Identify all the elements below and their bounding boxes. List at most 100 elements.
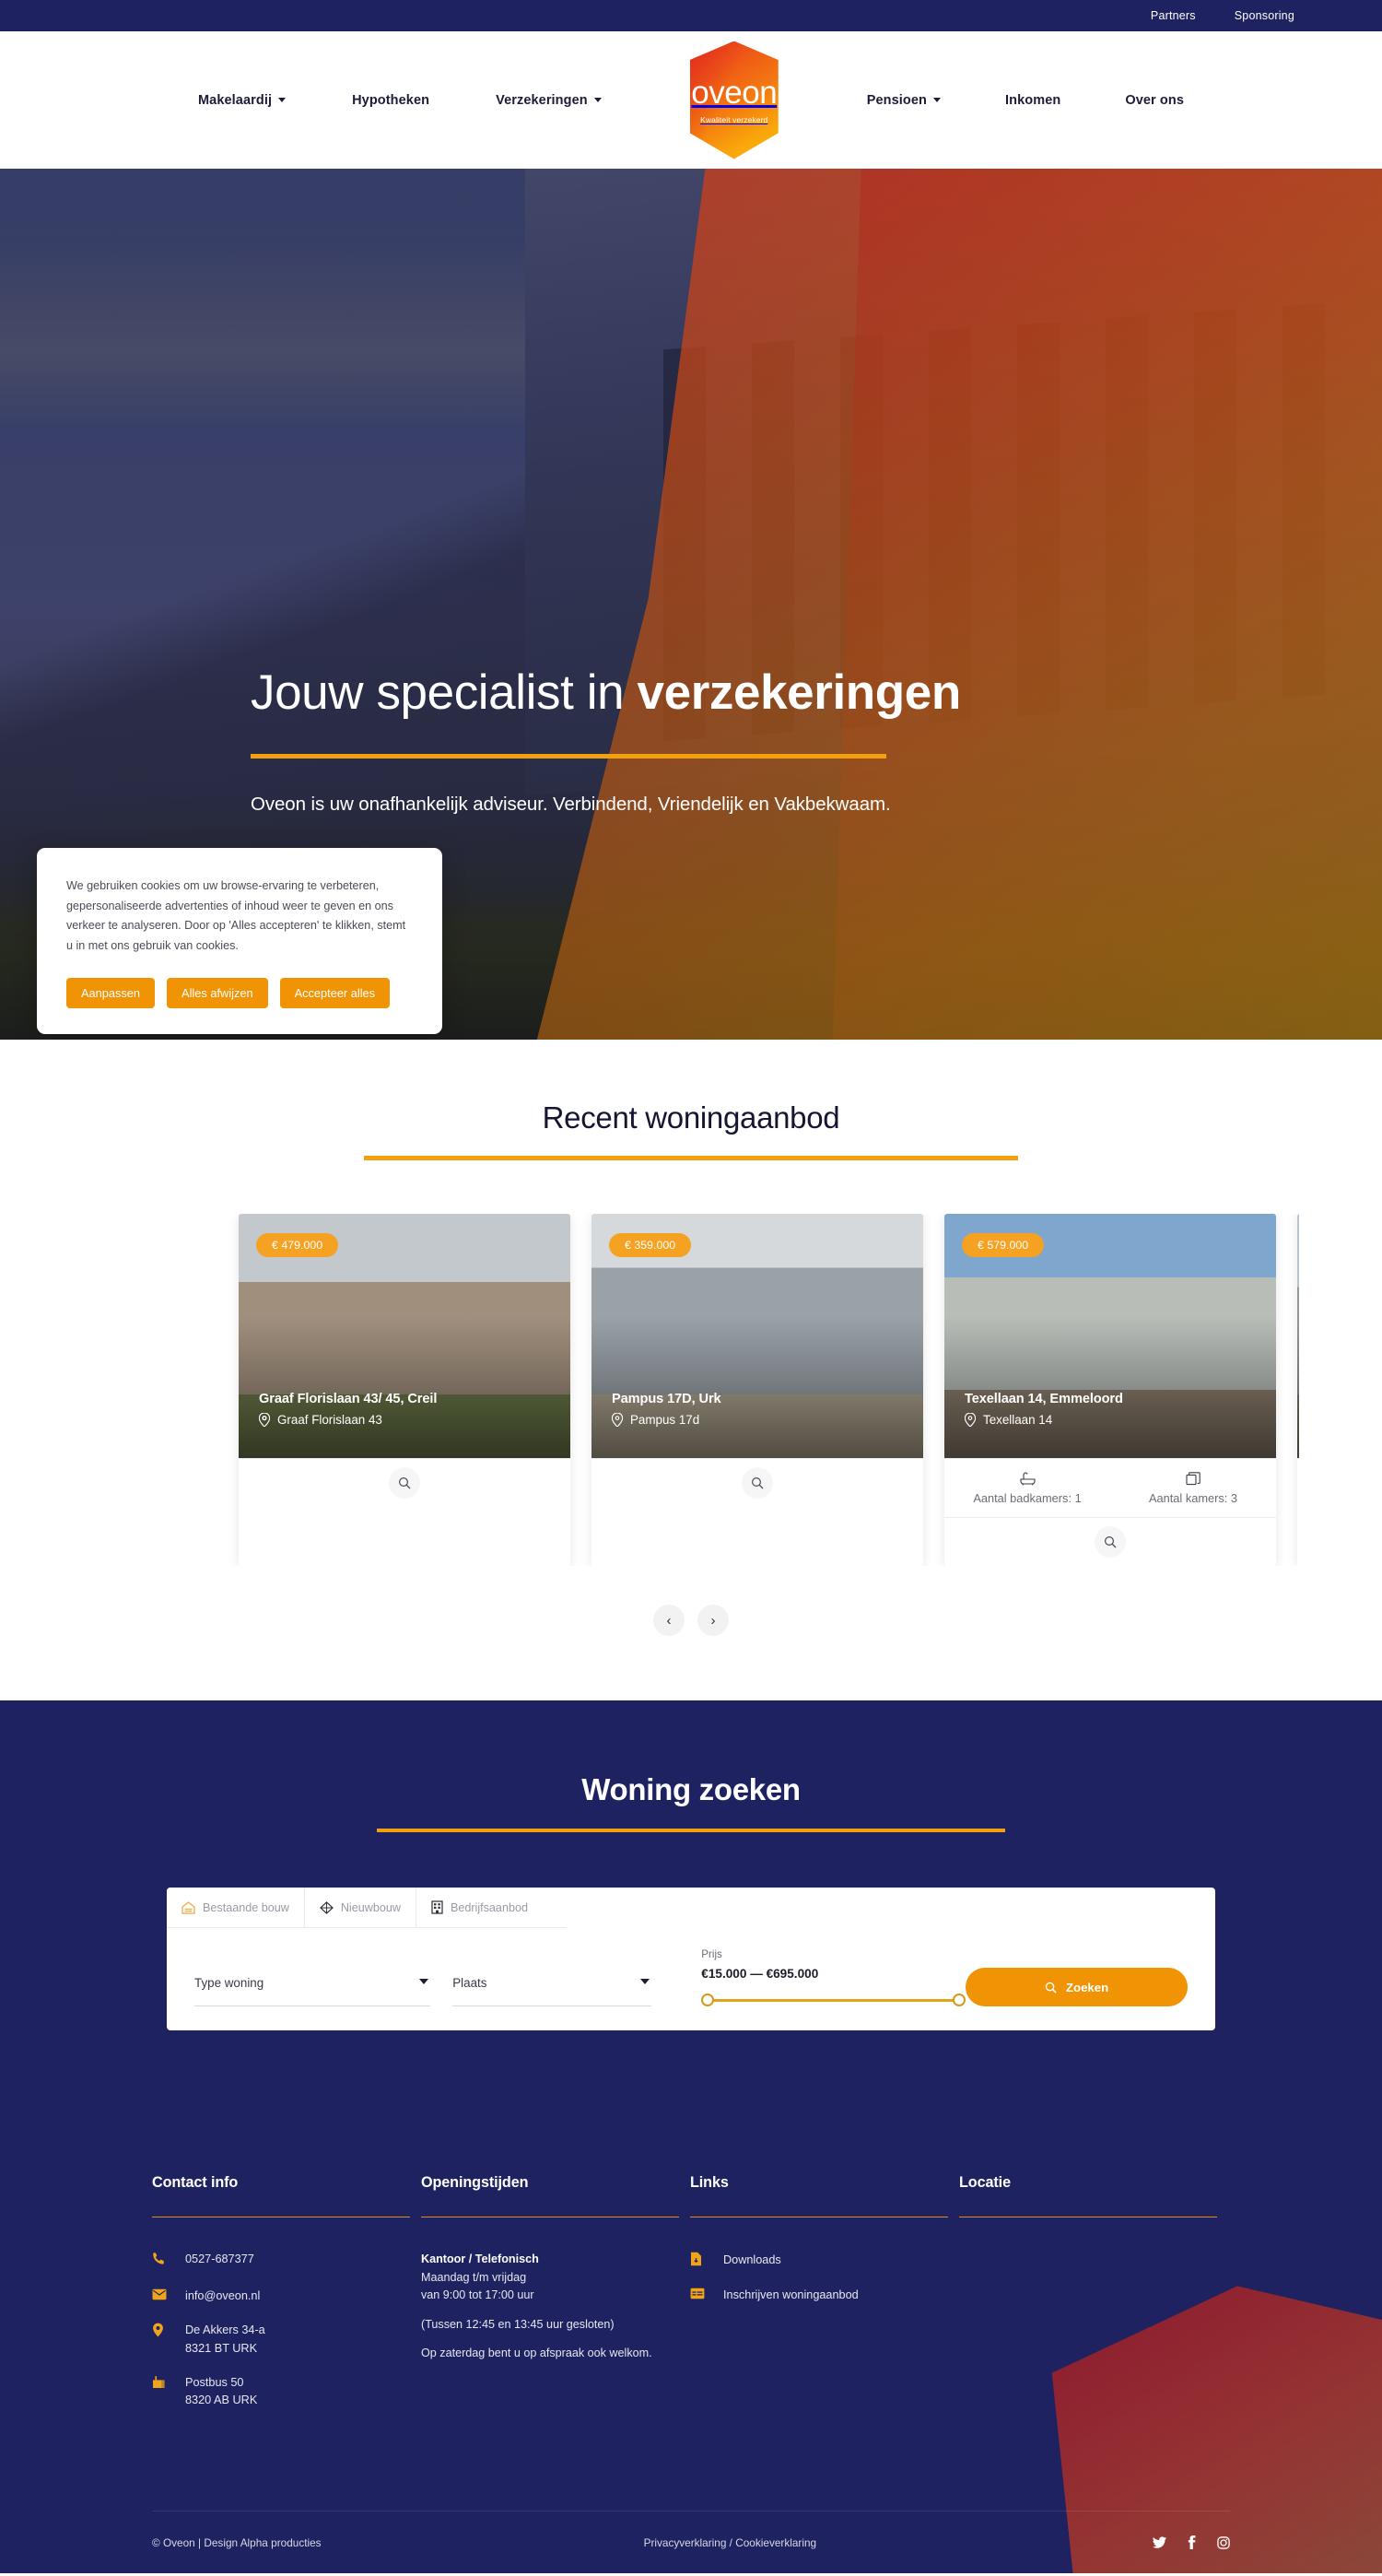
oveon-logo[interactable]: oveon Kwaliteit verzekerd — [689, 41, 779, 159]
search-section-title: Woning zoeken — [581, 1772, 801, 1806]
hero-banner: Jouw specialist in verzekeringen Oveon i… — [0, 169, 1382, 1040]
listing-photo — [1297, 1214, 1299, 1458]
search-icon — [1104, 1535, 1117, 1548]
cookie-accept-all-button[interactable]: Accepteer alles — [279, 977, 391, 1008]
footer-bottom-bar: © Oveon | Design Alpha producties Privac… — [152, 2511, 1230, 2573]
listing-specs: Aantal badkamers: 1 Aantal kamers: 3 — [944, 1458, 1276, 1517]
chevron-down-icon — [593, 98, 602, 102]
nav-item-verzekeringen[interactable]: Verzekeringen — [496, 93, 602, 108]
slider-track — [701, 1999, 966, 2002]
listing-photo: € 359.000 Pampus 17D, Urk Pampus 17d — [591, 1214, 923, 1458]
listing-zoom-button[interactable] — [389, 1467, 420, 1499]
footer-legal-links[interactable]: Privacyverklaring / Cookieverklaring — [644, 2536, 817, 2549]
filter-price-range[interactable]: Prijs €15.000 — €695.000 — [701, 1948, 966, 2006]
footer-social-links — [1153, 2535, 1230, 2550]
listing-photo: € 479.000 Graaf Florislaan 43/ 45, Creil… — [239, 1214, 570, 1458]
twitter-icon[interactable] — [1153, 2536, 1166, 2548]
footer-address-line2: 8321 BT URK — [185, 2342, 258, 2356]
hero-title-normal: Jouw specialist in — [251, 665, 638, 720]
search-button-label: Zoeken — [1065, 1980, 1109, 1994]
search-icon — [1045, 1982, 1057, 1994]
mailbox-icon — [152, 2374, 167, 2395]
location-pin-icon — [612, 1413, 623, 1427]
listing-spec-bathrooms: A — [1297, 1459, 1299, 1517]
nav-item-pensioen[interactable]: Pensioen — [867, 93, 941, 108]
hours-note-closed: (Tussen 12:45 en 13:45 uur gesloten) — [421, 2317, 615, 2331]
listing-price-badge: € 479.000 — [256, 1233, 339, 1257]
building-icon — [431, 1900, 443, 1914]
search-tabs: Bestaande bouw Nieuwbouw Bedrijfsaanbod — [167, 1888, 567, 1928]
listing-card[interactable]: € 579.000 Texellaan 14, Emmeloord Texell… — [944, 1214, 1276, 1566]
file-download-icon — [690, 2251, 705, 2269]
filter-plaats[interactable]: Plaats — [452, 1976, 673, 2006]
nav-item-makelaardij[interactable]: Makelaardij — [198, 93, 287, 108]
tab-bedrijfsaanbod[interactable]: Bedrijfsaanbod — [416, 1888, 543, 1927]
slider-knob-max[interactable] — [953, 1994, 966, 2006]
slider-knob-min[interactable] — [701, 1994, 715, 2006]
search-icon — [398, 1476, 411, 1489]
carousel-navigation: ‹ › — [0, 1605, 1382, 1700]
cookie-reject-all-button[interactable]: Alles afwijzen — [167, 977, 268, 1008]
carousel-prev-button[interactable]: ‹ — [653, 1605, 685, 1636]
listing-title: Graaf Florislaan 43/ 45, Creil — [259, 1392, 438, 1406]
hours-line1: Maandag t/m vrijdag — [421, 2270, 527, 2284]
footer-heading: Locatie — [959, 2174, 1011, 2191]
filter-type-woning[interactable]: Type woning — [194, 1976, 452, 2006]
listing-spec-bathrooms: Aantal badkamers: 1 — [944, 1459, 1110, 1517]
price-range-slider[interactable] — [701, 1994, 966, 2006]
site-footer: Contact info 0527-687377 info@oveon.nl D… — [0, 2119, 1382, 2574]
listing-title: Pampus 17D, Urk — [612, 1392, 721, 1406]
listing-card[interactable]: € 359.000 Pampus 17D, Urk Pampus 17d — [591, 1214, 923, 1566]
listings-track: € 479.000 Graaf Florislaan 43/ 45, Creil… — [83, 1214, 1299, 1566]
listing-footer — [944, 1517, 1276, 1566]
footer-address-block: De Akkers 34-a 8321 BT URK — [185, 2322, 265, 2358]
listing-zoom-button[interactable] — [1095, 1526, 1126, 1558]
footer-link-inschrijven[interactable]: Inschrijven woningaanbod — [690, 2287, 928, 2302]
listing-address-label: Pampus 17d — [630, 1413, 700, 1427]
house-icon — [182, 1900, 195, 1914]
hours-heading: Kantoor / Telefonisch — [421, 2253, 539, 2265]
hero-subtitle: Oveon is uw onafhankelijk adviseur. Verb… — [251, 794, 891, 816]
hours-note-saturday: Op zaterdag bent u op afspraak ook welko… — [421, 2347, 652, 2360]
listing-card[interactable]: € 479.000 Graaf Florislaan 43/ 45, Creil… — [239, 1214, 570, 1566]
logo-tagline: Kwaliteit verzekerd — [700, 114, 768, 124]
location-pin-icon — [259, 1413, 270, 1427]
tab-bestaande-bouw[interactable]: Bestaande bouw — [167, 1888, 305, 1927]
bathtub-icon — [1019, 1472, 1036, 1486]
footer-column-hours: Openingstijden Kantoor / Telefonisch Maa… — [421, 2174, 690, 2426]
nav-label: Verzekeringen — [496, 92, 588, 108]
carousel-next-button[interactable]: › — [697, 1605, 729, 1636]
footer-mailbox-line2: 8320 AB URK — [185, 2394, 258, 2407]
facebook-icon[interactable] — [1188, 2535, 1196, 2550]
footer-contact-value: 0527-687377 — [185, 2253, 254, 2265]
nav-label: Pensioen — [866, 92, 927, 108]
hours-line2: van 9:00 tot 17:00 uur — [421, 2288, 534, 2302]
listing-spec-label: Aantal badkamers: 1 — [973, 1491, 1082, 1505]
listing-zoom-button[interactable] — [742, 1467, 773, 1499]
listing-price-badge: € 359.000 — [609, 1233, 692, 1257]
footer-contact-phone[interactable]: 0527-687377 — [152, 2251, 390, 2272]
rooms-icon — [1185, 1472, 1200, 1486]
footer-link-downloads[interactable]: Downloads — [690, 2251, 928, 2269]
nav-item-hypotheken[interactable]: Hypotheken — [352, 93, 429, 108]
topbar-link-sponsoring[interactable]: Sponsoring — [1235, 9, 1294, 22]
search-submit-button[interactable]: Zoeken — [966, 1968, 1189, 2006]
instagram-icon[interactable] — [1217, 2535, 1230, 2549]
listing-spec-rooms: Aantal kamers: 3 — [1110, 1459, 1276, 1517]
form-icon — [690, 2287, 705, 2302]
footer-contact-mailbox: Postbus 50 8320 AB URK — [152, 2374, 390, 2410]
nav-item-over-ons[interactable]: Over ons — [1125, 93, 1184, 108]
topbar-link-partners[interactable]: Partners — [1151, 9, 1196, 22]
price-range-label: Prijs — [701, 1948, 722, 1960]
listing-meta: Pampus 17D, Urk Pampus 17d — [612, 1392, 721, 1427]
footer-column-contact: Contact info 0527-687377 info@oveon.nl D… — [152, 2174, 421, 2426]
listing-card[interactable]: A — [1297, 1214, 1299, 1566]
tab-nieuwbouw[interactable]: Nieuwbouw — [305, 1888, 416, 1927]
nav-item-inkomen[interactable]: Inkomen — [1005, 93, 1060, 108]
listing-address: Texellaan 14 — [965, 1413, 1123, 1427]
footer-contact-email[interactable]: info@oveon.nl — [152, 2288, 390, 2307]
footer-contact-value: info@oveon.nl — [185, 2288, 261, 2302]
footer-column-links: Links Downloads Inschrijven woningaanbod — [690, 2174, 959, 2426]
cube-icon — [319, 1900, 334, 1914]
cookie-customize-button[interactable]: Aanpassen — [66, 977, 156, 1008]
